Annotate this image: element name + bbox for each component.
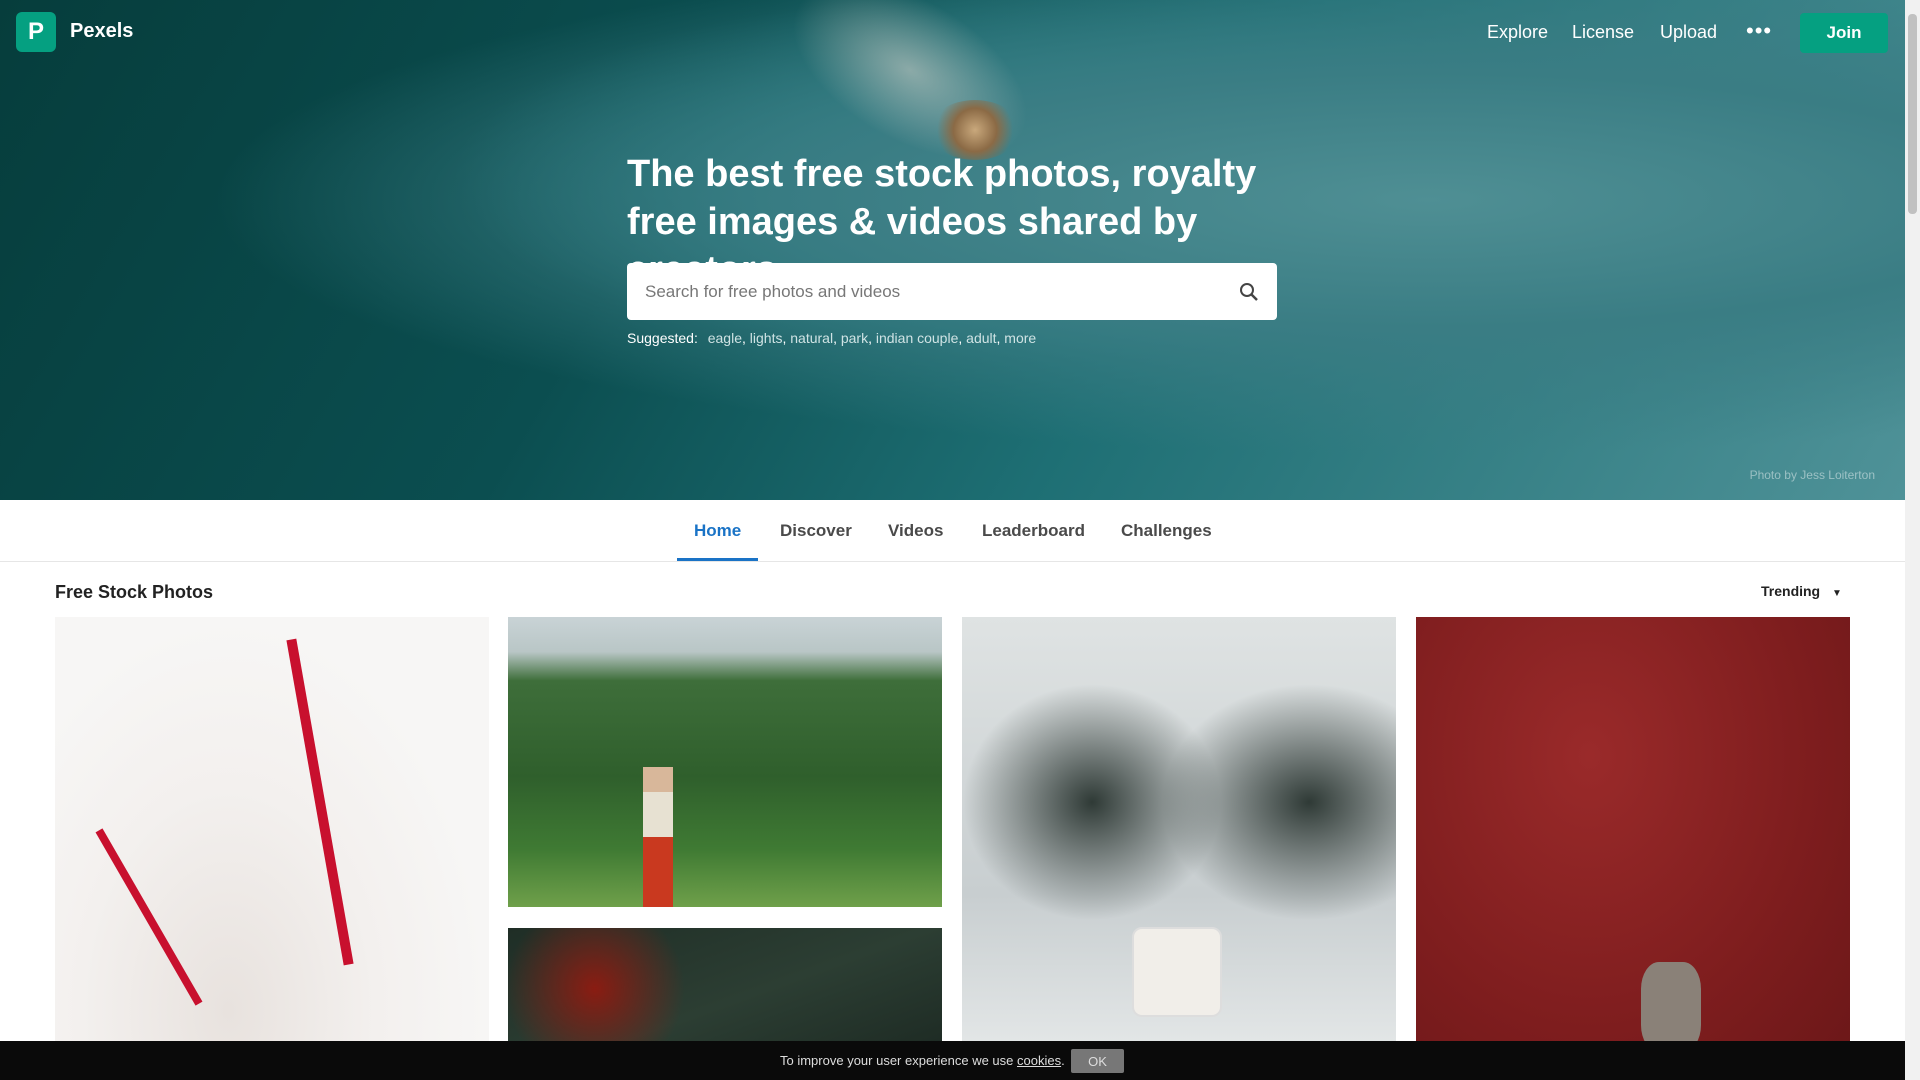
suggestion-link[interactable]: park [841,330,868,346]
join-button[interactable]: Join [1800,13,1888,53]
tab-bar: Home Discover Videos Leaderboard Challen… [0,500,1905,562]
suggestion-more-link[interactable]: more [1004,330,1036,346]
cookies-link[interactable]: cookies [1017,1053,1061,1068]
tab-leaderboard[interactable]: Leaderboard [965,500,1102,561]
caret-down-icon: ▼ [1832,588,1842,599]
tab-home[interactable]: Home [677,500,759,561]
tab-videos[interactable]: Videos [871,500,960,561]
sort-label: Trending [1761,583,1821,599]
photo-woman-forest[interactable] [508,617,942,907]
photo-snow-tea[interactable] [962,617,1396,1080]
cookie-ok-button[interactable]: OK [1071,1049,1124,1073]
sort-dropdown[interactable]: Trending ▼ [1761,583,1842,599]
more-icon[interactable]: ••• [1746,18,1772,44]
search-icon[interactable] [1237,280,1261,304]
suggestion-link[interactable]: natural [790,330,833,346]
tab-discover[interactable]: Discover [763,500,869,561]
nav-upload[interactable]: Upload [1660,22,1717,43]
cookie-text: To improve your user experience we use [780,1053,1018,1068]
cookie-text-end: . [1061,1053,1065,1068]
scrollbar-thumb[interactable] [1908,14,1917,214]
search-bar [627,263,1277,320]
suggestion-link[interactable]: adult [966,330,996,346]
tab-challenges[interactable]: Challenges [1104,500,1229,561]
nav-license[interactable]: License [1572,22,1634,43]
photo-red-wall[interactable] [1416,617,1850,1080]
pexels-logo[interactable]: P [16,12,56,52]
suggested-label: Suggested: [627,330,698,346]
section-title: Free Stock Photos [55,582,214,602]
brand-name[interactable]: Pexels [70,20,133,43]
suggestion-link[interactable]: eagle [708,330,742,346]
cookie-message: To improve your user experience we use c… [780,1053,1065,1068]
scrollbar[interactable] [1905,0,1920,1080]
suggestion-link[interactable]: indian couple [876,330,959,346]
cookie-banner: To improve your user experience we use c… [0,1041,1905,1080]
hero-banner: P Pexels Explore License Upload ••• Join… [0,0,1905,500]
suggestion-link[interactable]: lights [750,330,783,346]
photo-flower[interactable] [55,617,489,1080]
nav-explore[interactable]: Explore [1487,22,1548,43]
photo-credit[interactable]: Photo by Jess Loiterton [1750,468,1875,482]
search-input[interactable] [645,263,1215,320]
suggested-searches: Suggested: eagle, lights, natural, park,… [627,330,1037,346]
